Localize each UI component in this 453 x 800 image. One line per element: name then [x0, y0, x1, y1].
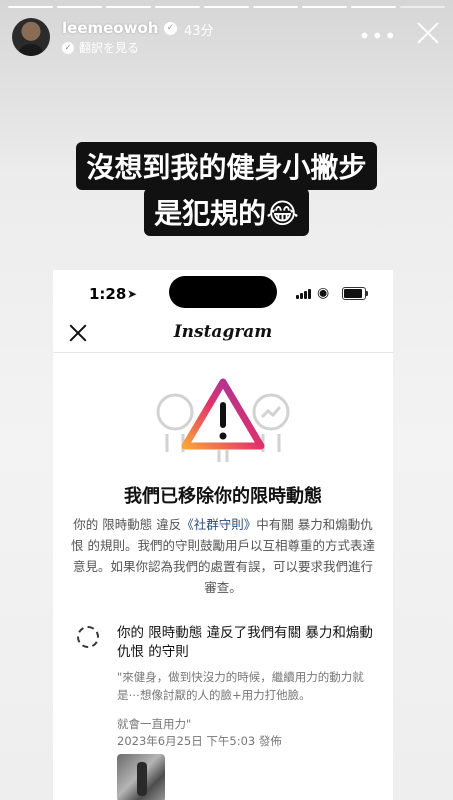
exclamation-dot: [219, 432, 227, 440]
screenshot-phone: 1:28 ➤ ◉ Instagram 我們已移除你的限時動態 你的 限時動態 違…: [53, 270, 393, 800]
story-header: leemeowoh ✓ 43分 ✓ 翻訳を見る •••: [12, 18, 441, 60]
wifi-icon: ◉: [317, 285, 330, 301]
signal-icon: [296, 289, 312, 299]
exclamation-bar: [220, 402, 226, 428]
avatar[interactable]: [12, 18, 50, 56]
location-icon: ➤: [127, 287, 138, 301]
loading-spinner-icon: [77, 626, 99, 648]
dynamic-island: [169, 276, 277, 308]
violation-title: 你的 限時動態 違反了我們有關 暴力和煽動仇恨 的守則: [117, 625, 373, 660]
translate-icon: ✓: [62, 41, 74, 54]
warning-icon: [156, 378, 290, 462]
status-time: 1:28: [89, 285, 127, 303]
translate-label: 翻訳を見る: [79, 41, 140, 55]
story-progress-bar: [8, 6, 445, 8]
removed-story-info: 你的 限時動態 違反了我們有關 暴力和煽動仇恨 的守則 "來健身，做到快沒力的時…: [77, 624, 375, 800]
story-time: 43分: [184, 24, 214, 39]
story-thumbnail[interactable]: [117, 754, 165, 800]
more-options-icon[interactable]: •••: [359, 24, 397, 48]
explanation-part: 你的 限時動態 違反: [73, 517, 182, 532]
removal-headline: 我們已移除你的限時動態: [124, 486, 322, 507]
instagram-logo: Instagram: [173, 322, 273, 342]
close-icon[interactable]: [415, 20, 441, 46]
story-quote-end: 就會一直用力": [117, 717, 192, 731]
status-bar: 1:28 ➤ ◉: [53, 276, 393, 314]
story-quote: "來健身，做到快沒力的時候，繼續用力的動力就是⋯想像討厭的人的臉+用力打他臉。: [117, 670, 364, 702]
translate-link[interactable]: ✓ 翻訳を見る: [62, 39, 139, 56]
caption-line-2: 是犯規的😂: [0, 188, 453, 236]
posted-date: 2023年6月25日 下午5:03 發佈: [117, 734, 282, 748]
removal-explanation: 你的 限時動態 違反《社群守則》中有關 暴力和煽動仇恨 的規則。我們的守則鼓勵用…: [71, 514, 375, 598]
username[interactable]: leemeowoh: [62, 19, 158, 37]
instagram-nav-bar: Instagram: [53, 312, 393, 353]
verified-icon: ✓: [164, 22, 177, 35]
battery-icon: [342, 287, 368, 300]
caption-line-1: 沒想到我的健身小撇步: [0, 142, 453, 190]
community-guidelines-link[interactable]: 《社群守則》: [181, 517, 256, 532]
